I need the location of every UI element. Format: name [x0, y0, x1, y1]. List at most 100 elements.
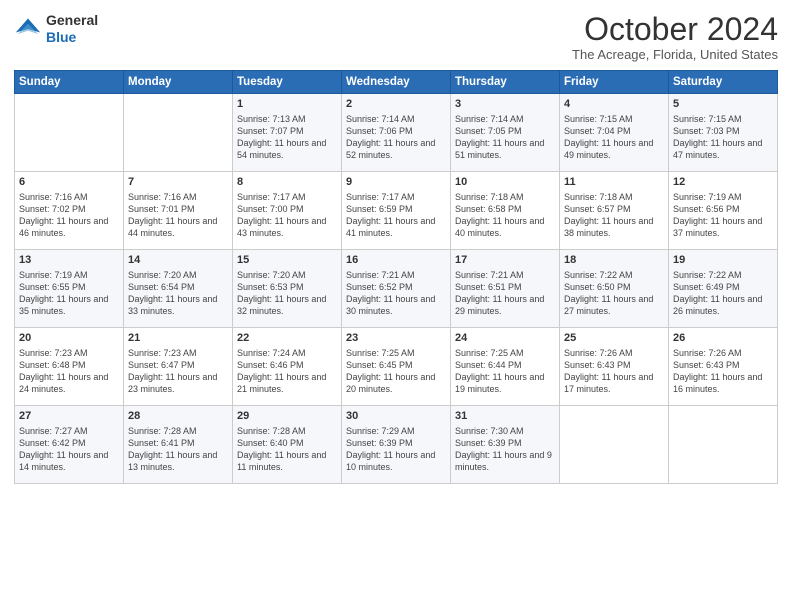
day-cell: 6Sunrise: 7:16 AM Sunset: 7:02 PM Daylig… [15, 172, 124, 250]
day-info: Sunrise: 7:22 AM Sunset: 6:50 PM Dayligh… [564, 269, 664, 318]
day-number: 30 [346, 409, 446, 424]
day-cell: 4Sunrise: 7:15 AM Sunset: 7:04 PM Daylig… [560, 94, 669, 172]
day-info: Sunrise: 7:25 AM Sunset: 6:44 PM Dayligh… [455, 347, 555, 396]
day-number: 15 [237, 253, 337, 268]
day-number: 31 [455, 409, 555, 424]
day-number: 28 [128, 409, 228, 424]
day-number: 22 [237, 331, 337, 346]
logo: General Blue [14, 12, 98, 46]
day-number: 25 [564, 331, 664, 346]
day-cell: 3Sunrise: 7:14 AM Sunset: 7:05 PM Daylig… [451, 94, 560, 172]
day-info: Sunrise: 7:15 AM Sunset: 7:04 PM Dayligh… [564, 113, 664, 162]
day-number: 16 [346, 253, 446, 268]
day-info: Sunrise: 7:23 AM Sunset: 6:47 PM Dayligh… [128, 347, 228, 396]
day-cell: 31Sunrise: 7:30 AM Sunset: 6:39 PM Dayli… [451, 406, 560, 484]
day-number: 8 [237, 175, 337, 190]
day-cell: 27Sunrise: 7:27 AM Sunset: 6:42 PM Dayli… [15, 406, 124, 484]
logo-blue: Blue [46, 29, 76, 45]
day-cell: 2Sunrise: 7:14 AM Sunset: 7:06 PM Daylig… [342, 94, 451, 172]
day-number: 6 [19, 175, 119, 190]
header: General Blue October 2024 The Acreage, F… [14, 12, 778, 62]
day-cell: 14Sunrise: 7:20 AM Sunset: 6:54 PM Dayli… [124, 250, 233, 328]
day-info: Sunrise: 7:16 AM Sunset: 7:01 PM Dayligh… [128, 191, 228, 240]
day-info: Sunrise: 7:16 AM Sunset: 7:02 PM Dayligh… [19, 191, 119, 240]
day-info: Sunrise: 7:21 AM Sunset: 6:52 PM Dayligh… [346, 269, 446, 318]
day-cell: 24Sunrise: 7:25 AM Sunset: 6:44 PM Dayli… [451, 328, 560, 406]
week-row-4: 20Sunrise: 7:23 AM Sunset: 6:48 PM Dayli… [15, 328, 778, 406]
week-row-5: 27Sunrise: 7:27 AM Sunset: 6:42 PM Dayli… [15, 406, 778, 484]
day-cell: 13Sunrise: 7:19 AM Sunset: 6:55 PM Dayli… [15, 250, 124, 328]
day-number: 27 [19, 409, 119, 424]
col-friday: Friday [560, 71, 669, 94]
header-row: Sunday Monday Tuesday Wednesday Thursday… [15, 71, 778, 94]
day-info: Sunrise: 7:24 AM Sunset: 6:46 PM Dayligh… [237, 347, 337, 396]
day-cell: 21Sunrise: 7:23 AM Sunset: 6:47 PM Dayli… [124, 328, 233, 406]
day-cell [560, 406, 669, 484]
day-number: 24 [455, 331, 555, 346]
logo-general: General [46, 12, 98, 28]
day-info: Sunrise: 7:22 AM Sunset: 6:49 PM Dayligh… [673, 269, 773, 318]
day-cell: 15Sunrise: 7:20 AM Sunset: 6:53 PM Dayli… [233, 250, 342, 328]
day-cell: 19Sunrise: 7:22 AM Sunset: 6:49 PM Dayli… [669, 250, 778, 328]
day-info: Sunrise: 7:25 AM Sunset: 6:45 PM Dayligh… [346, 347, 446, 396]
day-number: 4 [564, 97, 664, 112]
day-info: Sunrise: 7:29 AM Sunset: 6:39 PM Dayligh… [346, 425, 446, 474]
day-cell [15, 94, 124, 172]
day-cell: 11Sunrise: 7:18 AM Sunset: 6:57 PM Dayli… [560, 172, 669, 250]
day-number: 11 [564, 175, 664, 190]
day-info: Sunrise: 7:30 AM Sunset: 6:39 PM Dayligh… [455, 425, 555, 474]
day-number: 17 [455, 253, 555, 268]
day-number: 21 [128, 331, 228, 346]
day-info: Sunrise: 7:27 AM Sunset: 6:42 PM Dayligh… [19, 425, 119, 474]
day-cell: 29Sunrise: 7:28 AM Sunset: 6:40 PM Dayli… [233, 406, 342, 484]
day-cell: 17Sunrise: 7:21 AM Sunset: 6:51 PM Dayli… [451, 250, 560, 328]
day-info: Sunrise: 7:18 AM Sunset: 6:58 PM Dayligh… [455, 191, 555, 240]
day-cell: 22Sunrise: 7:24 AM Sunset: 6:46 PM Dayli… [233, 328, 342, 406]
day-cell: 26Sunrise: 7:26 AM Sunset: 6:43 PM Dayli… [669, 328, 778, 406]
day-info: Sunrise: 7:26 AM Sunset: 6:43 PM Dayligh… [673, 347, 773, 396]
location: The Acreage, Florida, United States [572, 47, 778, 62]
day-info: Sunrise: 7:19 AM Sunset: 6:55 PM Dayligh… [19, 269, 119, 318]
calendar-table: Sunday Monday Tuesday Wednesday Thursday… [14, 70, 778, 484]
day-number: 1 [237, 97, 337, 112]
day-info: Sunrise: 7:15 AM Sunset: 7:03 PM Dayligh… [673, 113, 773, 162]
day-cell: 12Sunrise: 7:19 AM Sunset: 6:56 PM Dayli… [669, 172, 778, 250]
day-number: 2 [346, 97, 446, 112]
day-info: Sunrise: 7:20 AM Sunset: 6:54 PM Dayligh… [128, 269, 228, 318]
day-number: 18 [564, 253, 664, 268]
day-info: Sunrise: 7:20 AM Sunset: 6:53 PM Dayligh… [237, 269, 337, 318]
month-title: October 2024 [572, 12, 778, 47]
day-cell: 23Sunrise: 7:25 AM Sunset: 6:45 PM Dayli… [342, 328, 451, 406]
day-number: 7 [128, 175, 228, 190]
day-number: 5 [673, 97, 773, 112]
day-info: Sunrise: 7:23 AM Sunset: 6:48 PM Dayligh… [19, 347, 119, 396]
day-number: 14 [128, 253, 228, 268]
day-number: 19 [673, 253, 773, 268]
day-number: 9 [346, 175, 446, 190]
day-info: Sunrise: 7:28 AM Sunset: 6:40 PM Dayligh… [237, 425, 337, 474]
title-block: October 2024 The Acreage, Florida, Unite… [572, 12, 778, 62]
day-cell: 18Sunrise: 7:22 AM Sunset: 6:50 PM Dayli… [560, 250, 669, 328]
day-cell: 7Sunrise: 7:16 AM Sunset: 7:01 PM Daylig… [124, 172, 233, 250]
week-row-2: 6Sunrise: 7:16 AM Sunset: 7:02 PM Daylig… [15, 172, 778, 250]
day-number: 20 [19, 331, 119, 346]
logo-text: General Blue [46, 12, 98, 46]
day-info: Sunrise: 7:19 AM Sunset: 6:56 PM Dayligh… [673, 191, 773, 240]
day-cell: 9Sunrise: 7:17 AM Sunset: 6:59 PM Daylig… [342, 172, 451, 250]
day-cell: 28Sunrise: 7:28 AM Sunset: 6:41 PM Dayli… [124, 406, 233, 484]
day-info: Sunrise: 7:21 AM Sunset: 6:51 PM Dayligh… [455, 269, 555, 318]
col-sunday: Sunday [15, 71, 124, 94]
day-cell: 8Sunrise: 7:17 AM Sunset: 7:00 PM Daylig… [233, 172, 342, 250]
day-number: 13 [19, 253, 119, 268]
day-cell: 30Sunrise: 7:29 AM Sunset: 6:39 PM Dayli… [342, 406, 451, 484]
day-cell: 20Sunrise: 7:23 AM Sunset: 6:48 PM Dayli… [15, 328, 124, 406]
day-info: Sunrise: 7:17 AM Sunset: 6:59 PM Dayligh… [346, 191, 446, 240]
day-info: Sunrise: 7:13 AM Sunset: 7:07 PM Dayligh… [237, 113, 337, 162]
calendar-page: General Blue October 2024 The Acreage, F… [0, 0, 792, 612]
day-number: 23 [346, 331, 446, 346]
week-row-3: 13Sunrise: 7:19 AM Sunset: 6:55 PM Dayli… [15, 250, 778, 328]
day-info: Sunrise: 7:14 AM Sunset: 7:05 PM Dayligh… [455, 113, 555, 162]
day-cell [669, 406, 778, 484]
day-info: Sunrise: 7:18 AM Sunset: 6:57 PM Dayligh… [564, 191, 664, 240]
day-number: 3 [455, 97, 555, 112]
